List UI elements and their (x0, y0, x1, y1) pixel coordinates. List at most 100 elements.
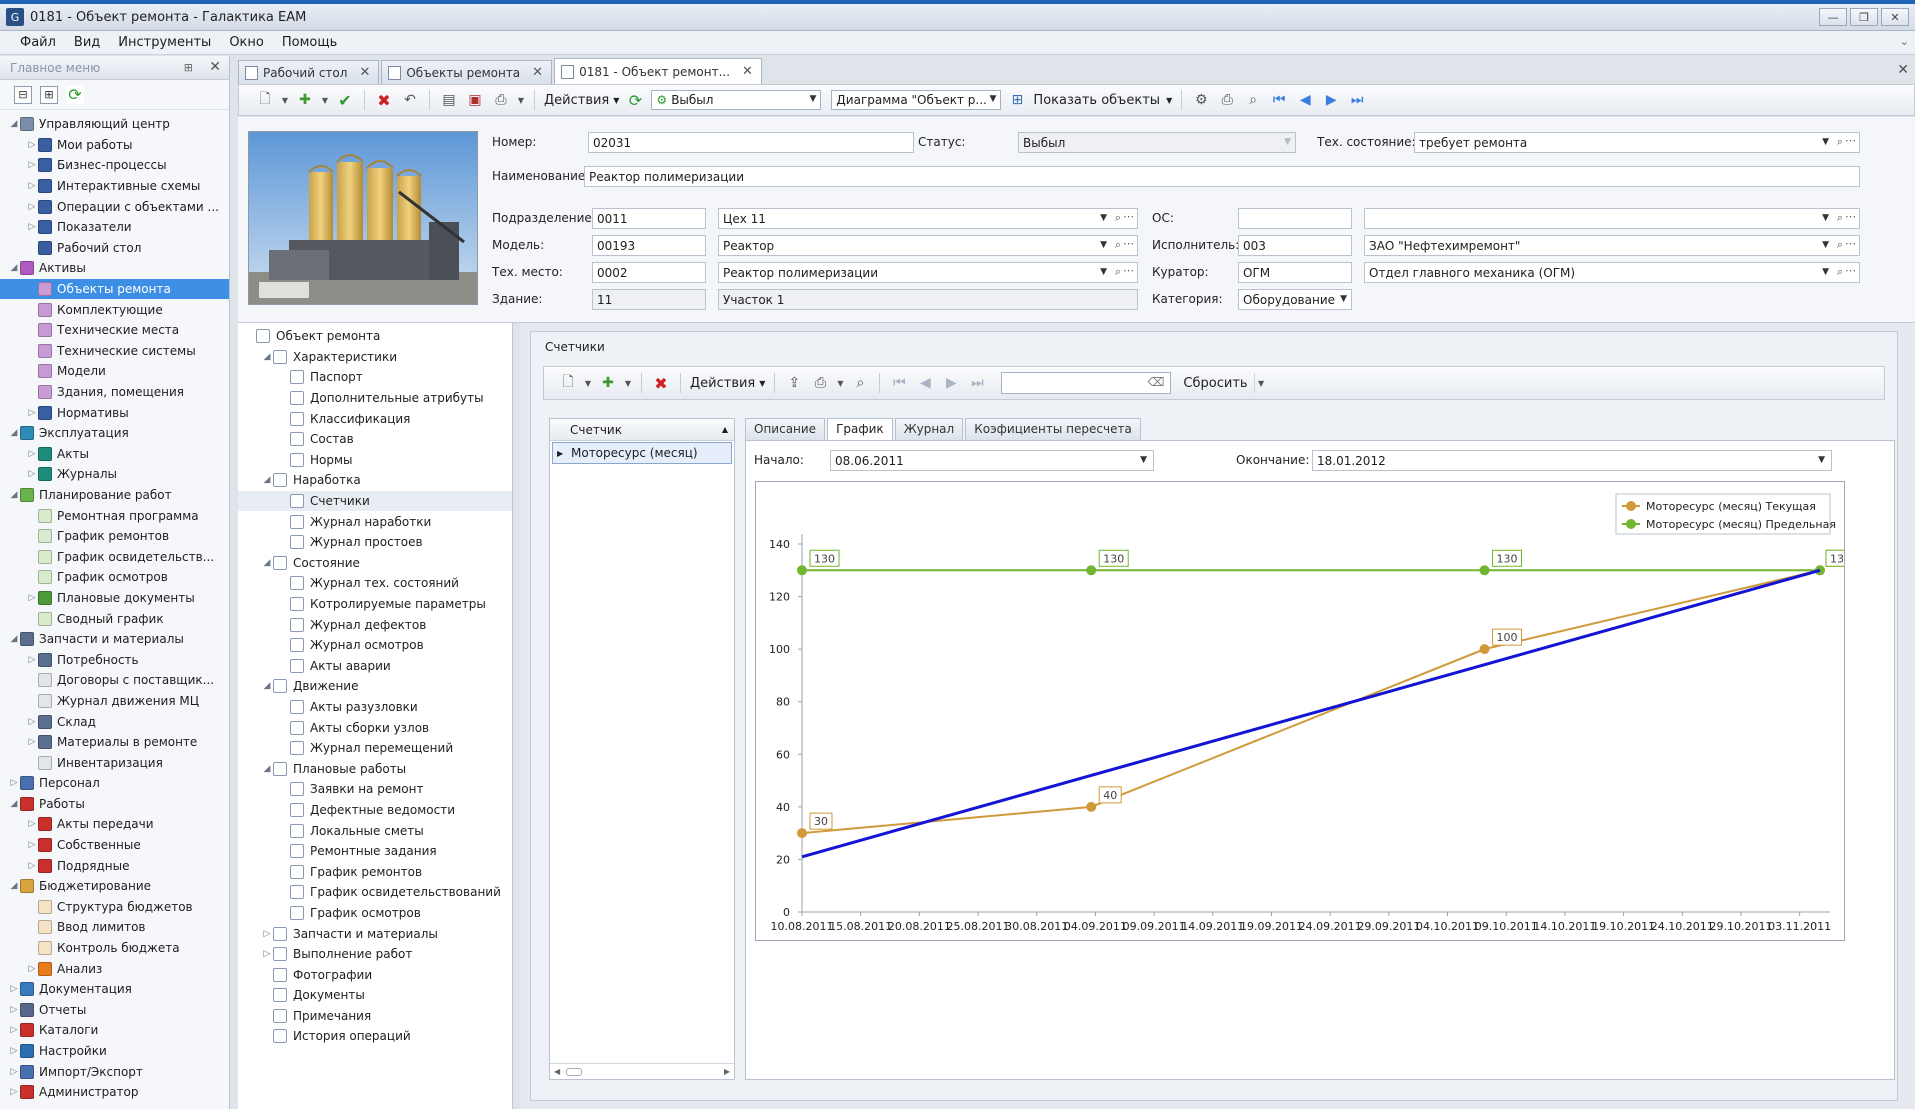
last-record-icon[interactable]: ⏭ (1347, 90, 1367, 110)
counters-actions-menu[interactable]: Действия ▼ (690, 376, 765, 391)
section-item[interactable]: ◢ Плановые работы (238, 758, 512, 779)
close-button[interactable]: ✕ (1881, 8, 1909, 26)
os-code-field[interactable] (1238, 208, 1352, 229)
sidebar-item[interactable]: Инвентаризация (0, 752, 229, 773)
prev-record-icon[interactable]: ◀ (1295, 90, 1315, 110)
menu-view[interactable]: Вид (74, 35, 100, 50)
section-item[interactable]: Журнал осмотров (238, 635, 512, 656)
chevron-down-icon[interactable]: ▼ (624, 373, 632, 393)
section-item[interactable]: Ремонтные задания (238, 841, 512, 862)
scroll-left-icon[interactable]: ◀ (554, 1067, 560, 1076)
os-name-field[interactable]: ▼ ⌕ ⋯ (1364, 208, 1860, 229)
chevron-down-icon[interactable]: ▼ (836, 373, 844, 393)
section-item[interactable]: Журнал наработки (238, 511, 512, 532)
more-icon[interactable]: ⋯ (1845, 210, 1856, 223)
expand-icon[interactable]: ▷ (26, 840, 38, 850)
section-item[interactable]: Документы (238, 985, 512, 1006)
sidebar-item[interactable]: Контроль бюджета (0, 938, 229, 959)
collapse-icon[interactable]: ◢ (8, 428, 20, 438)
sidebar-item[interactable]: График освидетельств... (0, 546, 229, 567)
sidebar-item[interactable]: Структура бюджетов (0, 897, 229, 918)
section-item[interactable]: Объект ремонта (238, 326, 512, 347)
subdivision-name-field[interactable]: Цех 11 ▼ ⌕ ⋯ (718, 208, 1138, 229)
section-item[interactable]: График освидетельствований (238, 882, 512, 903)
settings-icon[interactable]: ⚙ (1191, 90, 1211, 110)
sidebar-item[interactable]: ▷ Настройки (0, 1041, 229, 1062)
number-field[interactable]: 02031 (588, 132, 914, 153)
section-item[interactable]: Акты аварии (238, 656, 512, 677)
category-select[interactable]: Оборудование ▼ (1238, 289, 1352, 310)
curator-code-field[interactable]: ОГМ (1238, 262, 1352, 283)
sidebar-item[interactable]: ◢ Работы (0, 794, 229, 815)
model-name-field[interactable]: Реактор ▼ ⌕ ⋯ (718, 235, 1138, 256)
sidebar-item[interactable]: Договоры с поставщик... (0, 670, 229, 691)
executor-name-field[interactable]: ЗАО "Нефтехимремонт" ▼ ⌕ ⋯ (1364, 235, 1860, 256)
search-icon[interactable]: ⌕ (1837, 135, 1843, 149)
sidebar-item[interactable]: ▷ Отчеты (0, 1000, 229, 1021)
section-item[interactable]: График осмотров (238, 903, 512, 924)
list-item[interactable]: ▶ Моторесурс (месяц) (552, 442, 732, 464)
section-item[interactable]: График ремонтов (238, 861, 512, 882)
expand-icon[interactable]: ▷ (8, 1046, 20, 1056)
section-item[interactable]: ▷ Запчасти и материалы (238, 923, 512, 944)
print-icon[interactable]: ⎙ (491, 90, 511, 110)
next-record-icon[interactable]: ▶ (941, 373, 961, 393)
expand-icon[interactable]: ▷ (26, 408, 38, 418)
pin-icon[interactable]: ⊞ (184, 61, 193, 74)
more-icon[interactable]: ⋯ (1845, 264, 1856, 277)
sidebar-item[interactable]: Сводный график (0, 608, 229, 629)
delete-icon[interactable]: ✖ (651, 373, 671, 393)
sidebar-item[interactable]: ▷ Потребность (0, 649, 229, 670)
sidebar-item[interactable]: ◢ Эксплуатация (0, 423, 229, 444)
section-item[interactable]: Фотографии (238, 964, 512, 985)
section-item[interactable]: Заявки на ремонт (238, 779, 512, 800)
sidebar-item[interactable]: Комплектующие (0, 299, 229, 320)
chevron-down-icon[interactable]: ▼ (1253, 373, 1268, 393)
expand-icon[interactable]: ▷ (26, 655, 38, 665)
chevron-down-icon[interactable]: ▼ (281, 90, 289, 110)
tab-graph[interactable]: График (827, 418, 893, 440)
sidebar-item[interactable]: ▷ Персонал (0, 773, 229, 794)
sidebar-item[interactable]: ▷ Администратор (0, 1082, 229, 1103)
expand-icon[interactable]: ▷ (261, 949, 273, 959)
add-icon[interactable]: ✚ (598, 373, 618, 393)
collapse-icon[interactable]: ◢ (8, 881, 20, 891)
chevron-down-icon[interactable]: ⌄ (1900, 35, 1909, 48)
section-item[interactable]: История операций (238, 1026, 512, 1047)
section-item[interactable]: Журнал перемещений (238, 738, 512, 759)
check-icon[interactable]: ✔ (335, 90, 355, 110)
close-icon[interactable]: ✕ (532, 65, 543, 80)
tab-desktop[interactable]: Рабочий стол ✕ (238, 60, 380, 84)
expand-icon[interactable]: ▷ (8, 1087, 20, 1097)
more-icon[interactable]: ⋯ (1123, 237, 1134, 250)
expand-icon[interactable]: ▷ (26, 861, 38, 871)
section-item[interactable]: Примечания (238, 1006, 512, 1027)
start-date-field[interactable]: 08.06.2011 ▼ (830, 450, 1154, 471)
add-icon[interactable]: ✚ (295, 90, 315, 110)
next-record-icon[interactable]: ▶ (1321, 90, 1341, 110)
expand-icon[interactable]: ▷ (26, 469, 38, 479)
collapse-icon[interactable]: ◢ (261, 558, 273, 568)
status-select[interactable]: ⚙ Выбыл ▼ (651, 90, 822, 110)
collapse-icon[interactable]: ◢ (8, 263, 20, 273)
collapse-icon[interactable]: ◢ (8, 119, 20, 129)
sidebar-item[interactable]: ▷ Импорт/Экспорт (0, 1061, 229, 1082)
section-item[interactable]: ◢ Наработка (238, 470, 512, 491)
actions-menu[interactable]: Действия ▼ (544, 93, 619, 108)
sidebar-item[interactable]: ▷ Склад (0, 711, 229, 732)
print-icon[interactable]: ⎙ (1217, 90, 1237, 110)
sidebar-item[interactable]: Ремонтная программа (0, 505, 229, 526)
expand-icon[interactable]: ▷ (26, 222, 38, 232)
sidebar-item[interactable]: ▷ Журналы (0, 464, 229, 485)
expand-icon[interactable]: ▷ (26, 160, 38, 170)
menu-file[interactable]: Файл (20, 35, 56, 50)
search-icon[interactable]: ⌕ (1837, 211, 1843, 225)
search-icon[interactable]: ⌕ (1115, 238, 1121, 252)
sidebar-item[interactable]: ▷ Каталоги (0, 1020, 229, 1041)
tech-place-name-field[interactable]: Реактор полимеризации ▼ ⌕ ⋯ (718, 262, 1138, 283)
diagram-icon[interactable]: ⊞ (1007, 90, 1027, 110)
delete-icon[interactable]: ✖ (374, 90, 394, 110)
horizontal-scrollbar[interactable]: ◀ ▶ (550, 1063, 734, 1079)
sidebar-item[interactable]: ▷ Операции с объектами ... (0, 196, 229, 217)
collapse-icon[interactable]: ◢ (261, 681, 273, 691)
